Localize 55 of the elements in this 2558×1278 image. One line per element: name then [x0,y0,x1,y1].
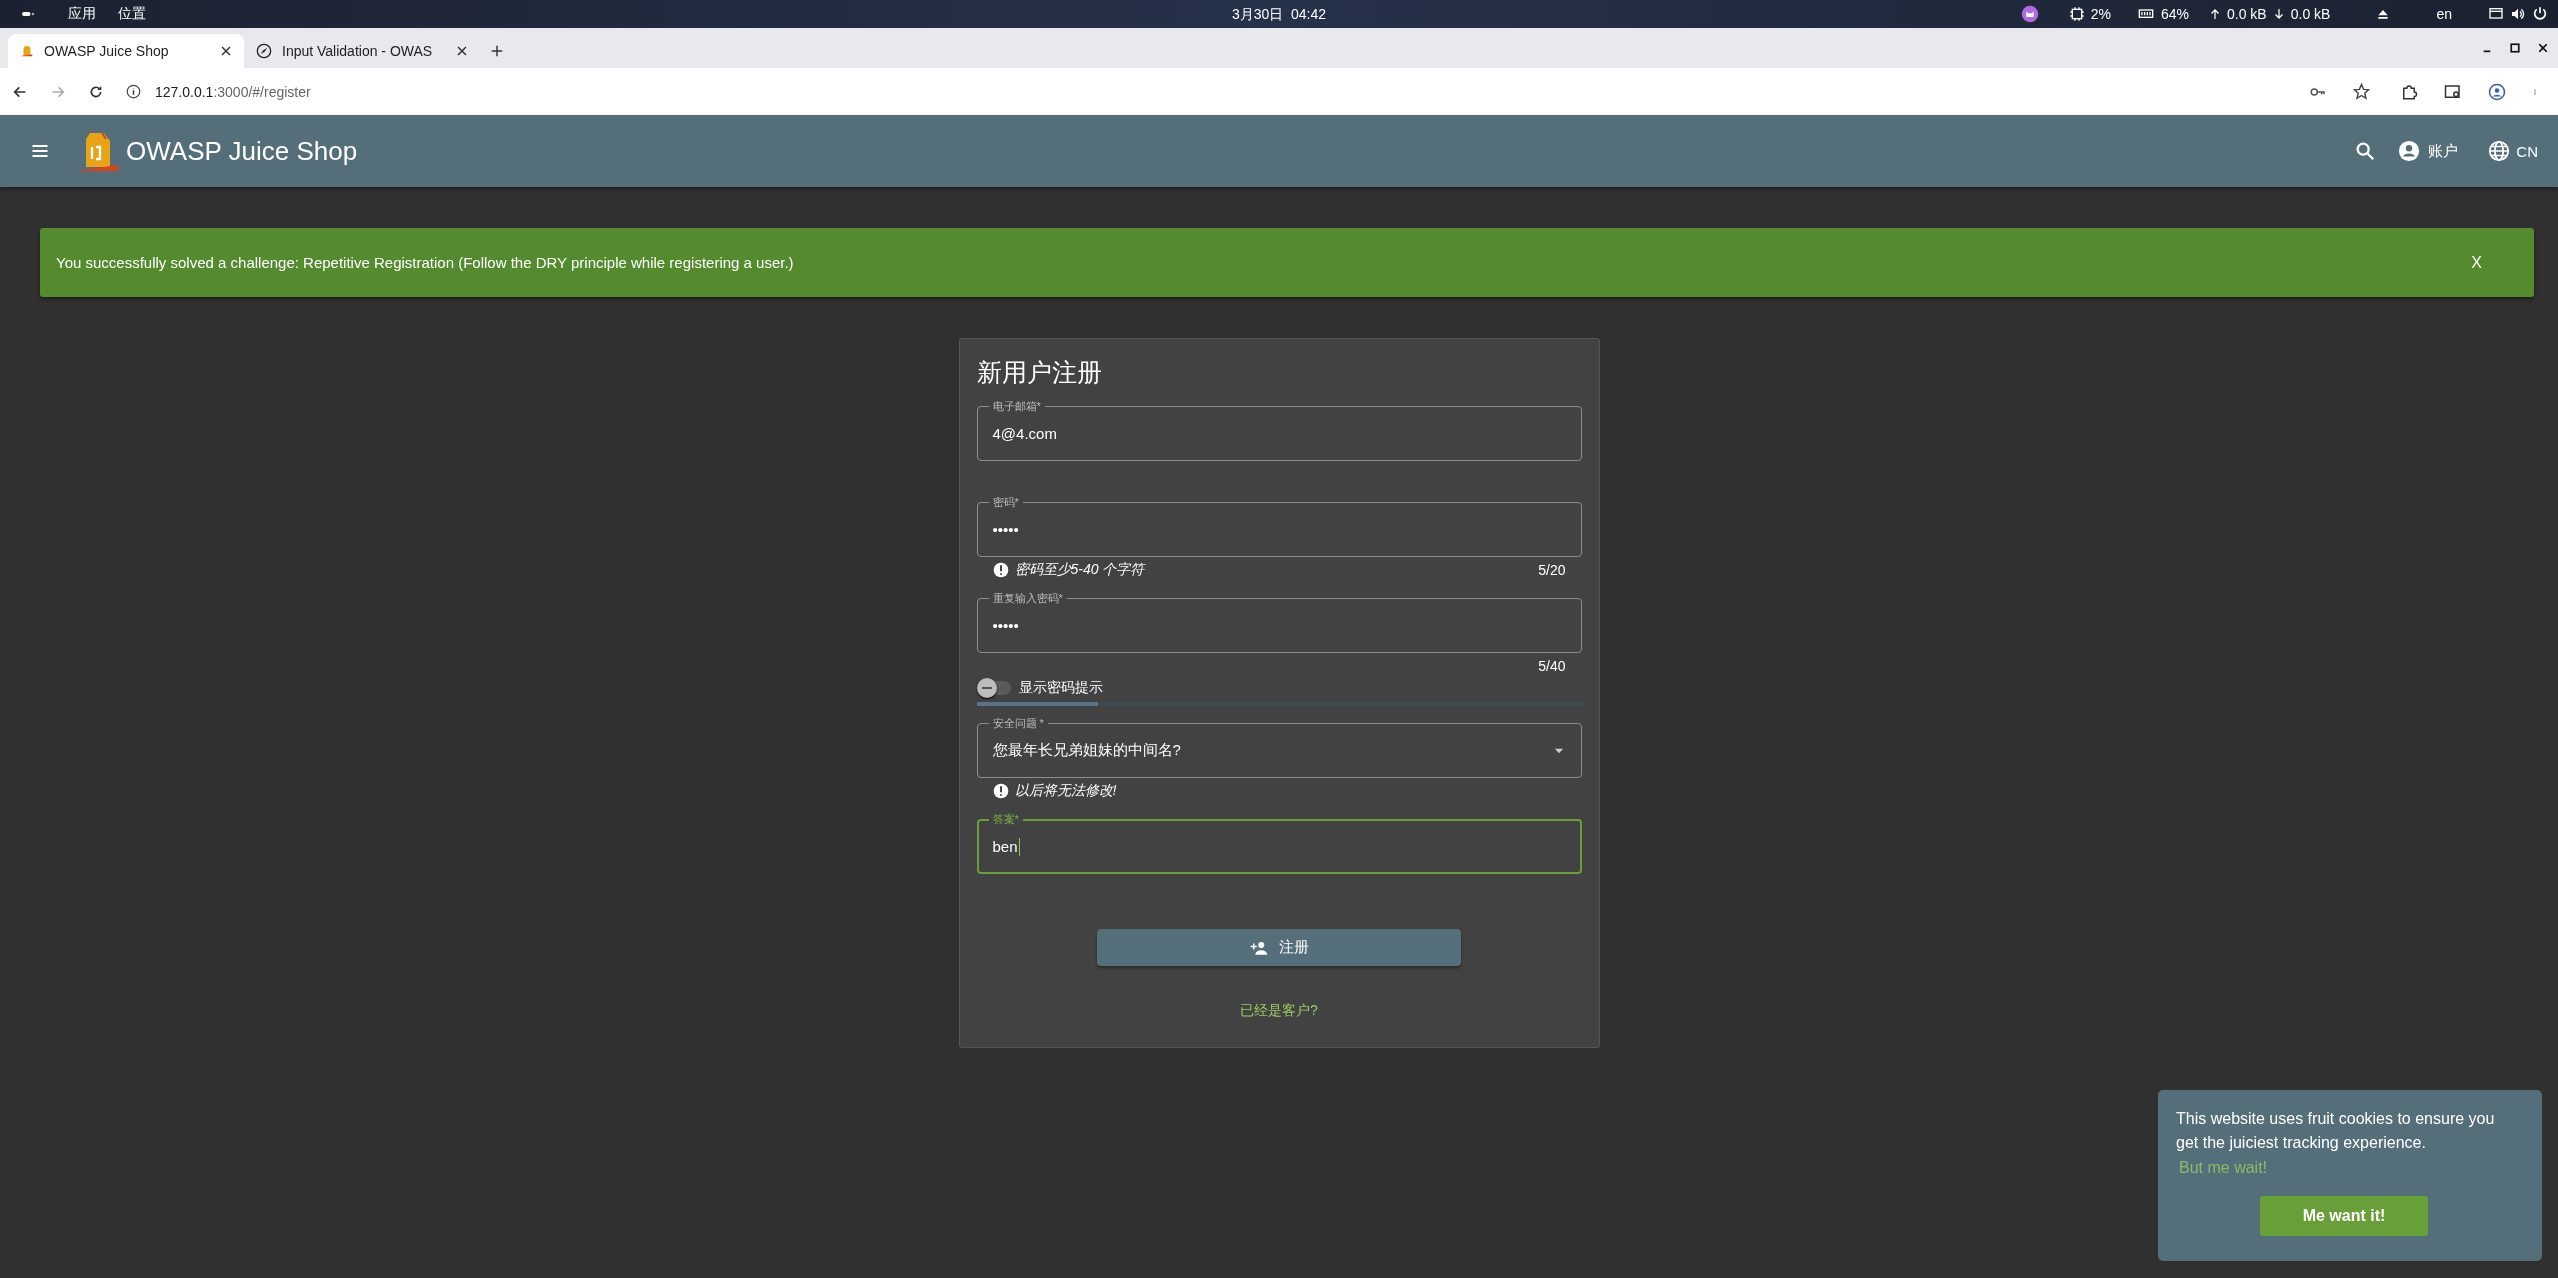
account-circle-icon [2398,140,2421,162]
download-speed: 0.0 kB [2290,6,2331,22]
app-title[interactable]: OWASP Juice Shop [126,135,358,167]
menu-item[interactable]: 位置 [118,5,146,23]
power-icon[interactable] [2532,6,2548,22]
close-icon[interactable] [456,45,468,57]
toggle-label[interactable]: 显示密码提示 [1018,679,1103,697]
character-counter: 5/40 [1538,658,1566,674]
warning-circle-icon [992,783,1009,799]
hint-text: 以后将无法修改! [1014,782,1117,800]
close-button[interactable]: X [2467,251,2486,274]
star-icon[interactable] [2353,83,2370,100]
volume-icon[interactable] [2510,6,2526,22]
close-icon[interactable] [2538,43,2548,53]
character-counter: 5/20 [1538,562,1566,578]
maximize-icon[interactable] [2510,43,2520,53]
puzzle-piece-icon[interactable] [2400,82,2418,101]
memory-usage: 64% [2161,6,2189,22]
input-field[interactable]: 重复输入密码* ••••• [976,591,1582,653]
notification-message: You successfully solved a challenge: Repetitive Registration (Follow the DRY principle while registering a user.) [56,254,794,271]
compass-icon [256,43,272,59]
reload-icon[interactable] [88,83,104,100]
profile-icon[interactable] [2488,82,2506,101]
warning-circle-icon [992,562,1009,578]
input-field[interactable]: 电子邮箱* 4@4.com [976,399,1582,461]
close-icon[interactable] [220,45,232,57]
screen-icon[interactable] [2488,6,2504,22]
browser-tab[interactable]: OWASP Juice Shop [8,34,244,68]
form-title: 新用户注册 [976,357,1102,388]
tab-search-icon[interactable] [2444,82,2462,101]
account-button[interactable]: 账户 [2398,140,2459,162]
input-field[interactable]: 答案* ben [976,812,1582,874]
cpu-icon [2068,6,2085,22]
keyboard-layout[interactable]: en [2436,6,2452,22]
cat-icon[interactable] [2020,5,2039,23]
hint-text: 密码至少5-40 个字符 [1014,561,1145,579]
input-field[interactable]: 密码* ••••• [976,495,1582,557]
info-icon[interactable] [126,84,141,99]
language-button[interactable]: CN [2488,140,2538,162]
search-icon[interactable] [2354,140,2377,162]
cookie-message: This website uses fruit cookies to ensure you get the juiciest tracking experience. [2176,1109,2496,1153]
address-bar[interactable]: 127.0.0.1:3000/#/register [155,83,311,100]
eject-icon[interactable] [2376,7,2391,21]
cpu-usage: 2% [2090,6,2111,22]
clock-text: 3月30日 04:42 [1231,6,1327,24]
juice-carton-icon [20,43,34,59]
upload-speed: 0.0 kB [2227,6,2267,22]
menu-item[interactable]: 应用 [68,5,96,23]
browser-tab[interactable]: Input Validation - OWAS [244,34,480,68]
select-field[interactable]: 安全问题 * 您最年长兄弟姐妹的中间名? [976,716,1582,778]
register-button[interactable]: 注册 [1097,929,1461,966]
new-tab-icon[interactable] [490,44,504,58]
globe-icon [2488,140,2511,162]
toggle-switch[interactable] [976,681,1011,695]
login-link[interactable]: 已经是客户? [1240,1002,1318,1020]
